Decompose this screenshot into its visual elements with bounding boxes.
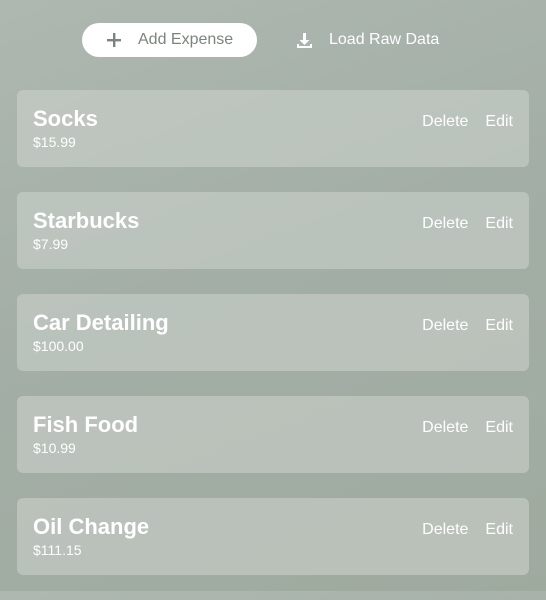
expense-amount: $111.15: [33, 542, 82, 558]
expense-card: Fish Food $10.99 Delete Edit: [17, 396, 529, 473]
expense-list: Socks $15.99 Delete Edit Starbucks $7.99…: [17, 90, 529, 600]
expense-amount: $7.99: [33, 236, 69, 252]
expense-actions: Delete Edit: [422, 317, 513, 335]
edit-button[interactable]: Edit: [485, 113, 513, 131]
expense-actions: Delete Edit: [422, 215, 513, 233]
expense-name: Starbucks: [33, 208, 140, 233]
edit-button[interactable]: Edit: [485, 215, 513, 233]
expense-amount: $100.00: [33, 338, 84, 354]
expense-amount: $15.99: [33, 134, 76, 150]
expense-card: Oil Change $111.15 Delete Edit: [17, 498, 529, 575]
delete-button[interactable]: Delete: [422, 215, 468, 233]
expense-card: Car Detailing $100.00 Delete Edit: [17, 294, 529, 371]
expense-name: Socks: [33, 106, 98, 131]
expense-card: Starbucks $7.99 Delete Edit: [17, 192, 529, 269]
expense-name: Car Detailing: [33, 310, 169, 335]
expense-actions: Delete Edit: [422, 419, 513, 437]
delete-button[interactable]: Delete: [422, 419, 468, 437]
delete-button[interactable]: Delete: [422, 113, 468, 131]
expense-name: Fish Food: [33, 412, 139, 437]
expense-name: Oil Change: [33, 514, 150, 539]
edit-button[interactable]: Edit: [485, 419, 513, 437]
load-raw-data-button[interactable]: Load Raw Data: [293, 23, 453, 57]
edit-button[interactable]: Edit: [485, 317, 513, 335]
add-expense-label: Add Expense: [138, 31, 234, 48]
download-icon: [296, 32, 313, 49]
delete-button[interactable]: Delete: [422, 521, 468, 539]
expense-actions: Delete Edit: [422, 113, 513, 131]
add-expense-button[interactable]: Add Expense: [82, 23, 257, 57]
load-raw-data-label: Load Raw Data: [329, 31, 440, 48]
expense-card: Socks $15.99 Delete Edit: [17, 90, 529, 167]
expense-amount: $10.99: [33, 440, 76, 456]
toolbar: Add Expense Load Raw Data: [0, 23, 546, 59]
edit-button[interactable]: Edit: [485, 521, 513, 539]
delete-button[interactable]: Delete: [422, 317, 468, 335]
plus-icon: [106, 32, 122, 48]
expense-actions: Delete Edit: [422, 521, 513, 539]
